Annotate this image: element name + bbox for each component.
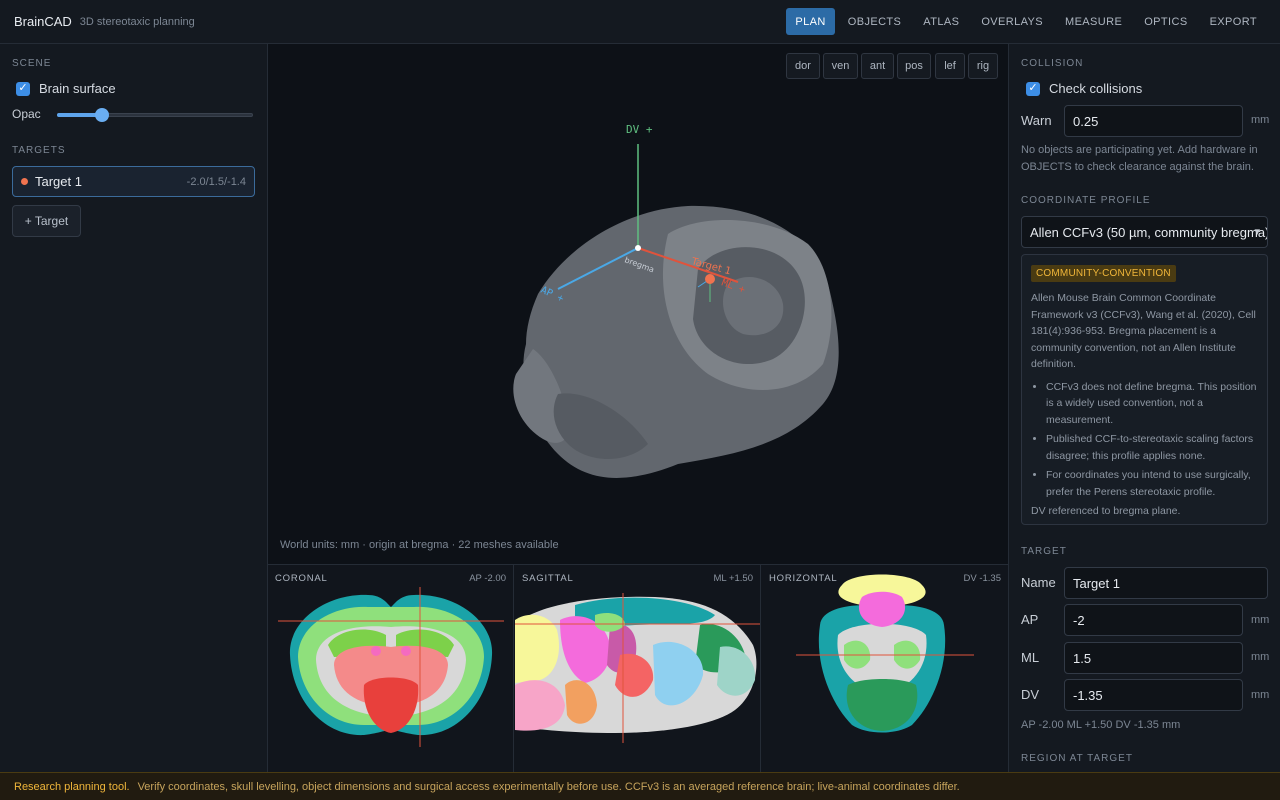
scene-section-label: SCENE <box>12 58 52 69</box>
viewport-footnote: World units: mm · origin at bregma · 22 … <box>280 539 559 551</box>
brain-surface-toggle[interactable]: ✓ Brain surface <box>16 81 116 96</box>
target-ml-label: ML <box>1021 650 1040 665</box>
app-title: BrainCAD <box>14 14 72 29</box>
dv-unit: mm <box>1251 689 1270 701</box>
right-panel: COLLISION ✓ Check collisions Warn 0.25 m… <box>1008 44 1280 772</box>
target-section-label: TARGET <box>1021 546 1067 557</box>
view-right-button[interactable]: rig <box>968 53 998 79</box>
view-dorsal-button[interactable]: dor <box>786 53 820 79</box>
profile-bullets: CCFv3 does not define bregma. This posit… <box>1046 379 1258 501</box>
horizontal-slice[interactable]: HORIZONTAL DV -1.35 <box>762 565 1008 773</box>
disclaimer-title: Research planning tool. <box>14 780 130 793</box>
checkbox-checked-icon[interactable]: ✓ <box>16 81 30 96</box>
target-name-input[interactable]: Target 1 <box>1064 567 1268 599</box>
nav-atlas[interactable]: ATLAS <box>914 8 968 35</box>
coronal-slice[interactable]: CORONAL AP -2.00 <box>268 565 514 773</box>
collision-section-label: COLLISION <box>1021 58 1084 69</box>
slider-thumb[interactable] <box>95 108 110 122</box>
target-dv-label: DV <box>1021 687 1040 702</box>
check-collisions-toggle[interactable]: ✓ Check collisions <box>1026 81 1142 96</box>
sagittal-slice[interactable]: SAGITTAL ML +1.50 <box>515 565 761 773</box>
chevron-down-icon: ▾ <box>1254 226 1260 238</box>
target-name: Target 1 <box>35 174 82 189</box>
target-ml-input[interactable]: 1.5 <box>1064 642 1243 674</box>
add-target-button[interactable]: + Target <box>12 205 81 237</box>
warn-unit: mm <box>1251 114 1270 126</box>
horizontal-atlas-image <box>796 574 974 733</box>
nav-plan[interactable]: PLAN <box>786 8 835 35</box>
profile-bullet: CCFv3 does not define bregma. This posit… <box>1046 379 1258 429</box>
profile-bullet: For coordinates you intend to use surgic… <box>1046 467 1258 500</box>
target-color-dot <box>21 178 28 185</box>
community-convention-badge: COMMUNITY-CONVENTION <box>1031 265 1176 282</box>
target-ap-label: AP <box>1021 612 1039 627</box>
target-summary: AP -2.00 ML +1.50 DV -1.35 mm <box>1021 719 1181 731</box>
disclaimer-text: Verify coordinates, skull levelling, obj… <box>137 780 960 793</box>
target-list-item[interactable]: Target 1 -2.0/1.5/-1.4 <box>12 166 255 197</box>
disclaimer-bar: Research planning tool. Verify coordinat… <box>0 772 1280 800</box>
left-panel: SCENE ✓ Brain surface Opac TARGETS Targe… <box>0 44 268 772</box>
coronal-atlas-image <box>278 587 504 747</box>
target-coords: -2.0/1.5/-1.4 <box>186 175 246 188</box>
view-left-button[interactable]: lef <box>935 53 965 79</box>
brain-3d-render[interactable]: DV + AP + ML + bregma Target 1 <box>268 44 1008 564</box>
view-ventral-button[interactable]: ven <box>823 53 858 79</box>
profile-select[interactable]: Allen CCFv3 (50 µm, community bregma) ▾ <box>1021 216 1268 248</box>
3d-viewport[interactable]: DV + AP + ML + bregma Target 1 dor ven a… <box>268 44 1008 564</box>
ml-unit: mm <box>1251 651 1270 663</box>
warn-label: Warn <box>1021 113 1052 128</box>
profile-description: Allen Mouse Brain Common Coordinate Fram… <box>1031 292 1256 370</box>
slice-panels: CORONAL AP -2.00 SAGITTAL ML +1.50 HORIZ… <box>268 564 1008 773</box>
warn-input[interactable]: 0.25 <box>1064 105 1243 137</box>
check-collisions-label: Check collisions <box>1049 81 1143 96</box>
app-subtitle: 3D stereotaxic planning <box>79 15 195 28</box>
opacity-label: Opac <box>12 107 41 121</box>
opacity-slider[interactable] <box>57 108 253 122</box>
top-bar: BrainCAD 3D stereotaxic planning PLAN OB… <box>0 0 1280 44</box>
target-dv-input[interactable]: -1.35 <box>1064 679 1243 711</box>
nav-measure[interactable]: MEASURE <box>1056 8 1131 35</box>
collision-note: No objects are participating yet. Add ha… <box>1021 144 1258 173</box>
nav-export[interactable]: EXPORT <box>1201 8 1266 35</box>
nav-overlays[interactable]: OVERLAYS <box>972 8 1052 35</box>
sagittal-atlas-image <box>515 593 760 743</box>
ap-unit: mm <box>1251 614 1270 626</box>
bregma-origin <box>635 245 641 251</box>
view-posterior-button[interactable]: pos <box>897 53 931 79</box>
view-anterior-button[interactable]: ant <box>861 53 894 79</box>
profile-info-box: COMMUNITY-CONVENTION Allen Mouse Brain C… <box>1021 254 1268 525</box>
target-marker[interactable] <box>705 274 715 284</box>
target-ap-input[interactable]: -2 <box>1064 604 1243 636</box>
targets-section-label: TARGETS <box>12 145 66 156</box>
dv-reference-note: DV referenced to bregma plane. <box>1031 505 1181 517</box>
nav-objects[interactable]: OBJECTS <box>839 8 911 35</box>
main-nav: PLAN OBJECTS ATLAS OVERLAYS MEASURE OPTI… <box>786 8 1266 35</box>
brain-surface-label: Brain surface <box>39 81 116 96</box>
profile-bullet: Published CCF-to-stereotaxic scaling fac… <box>1046 431 1258 464</box>
nav-optics[interactable]: OPTICS <box>1135 8 1196 35</box>
profile-section-label: COORDINATE PROFILE <box>1021 195 1151 206</box>
profile-selected-value: Allen CCFv3 (50 µm, community bregma) <box>1030 224 1268 240</box>
checkbox-checked-icon[interactable]: ✓ <box>1026 81 1040 96</box>
target-name-label: Name <box>1021 575 1056 590</box>
region-section-label: REGION AT TARGET <box>1021 753 1133 764</box>
dv-axis-label: DV + <box>626 123 653 136</box>
